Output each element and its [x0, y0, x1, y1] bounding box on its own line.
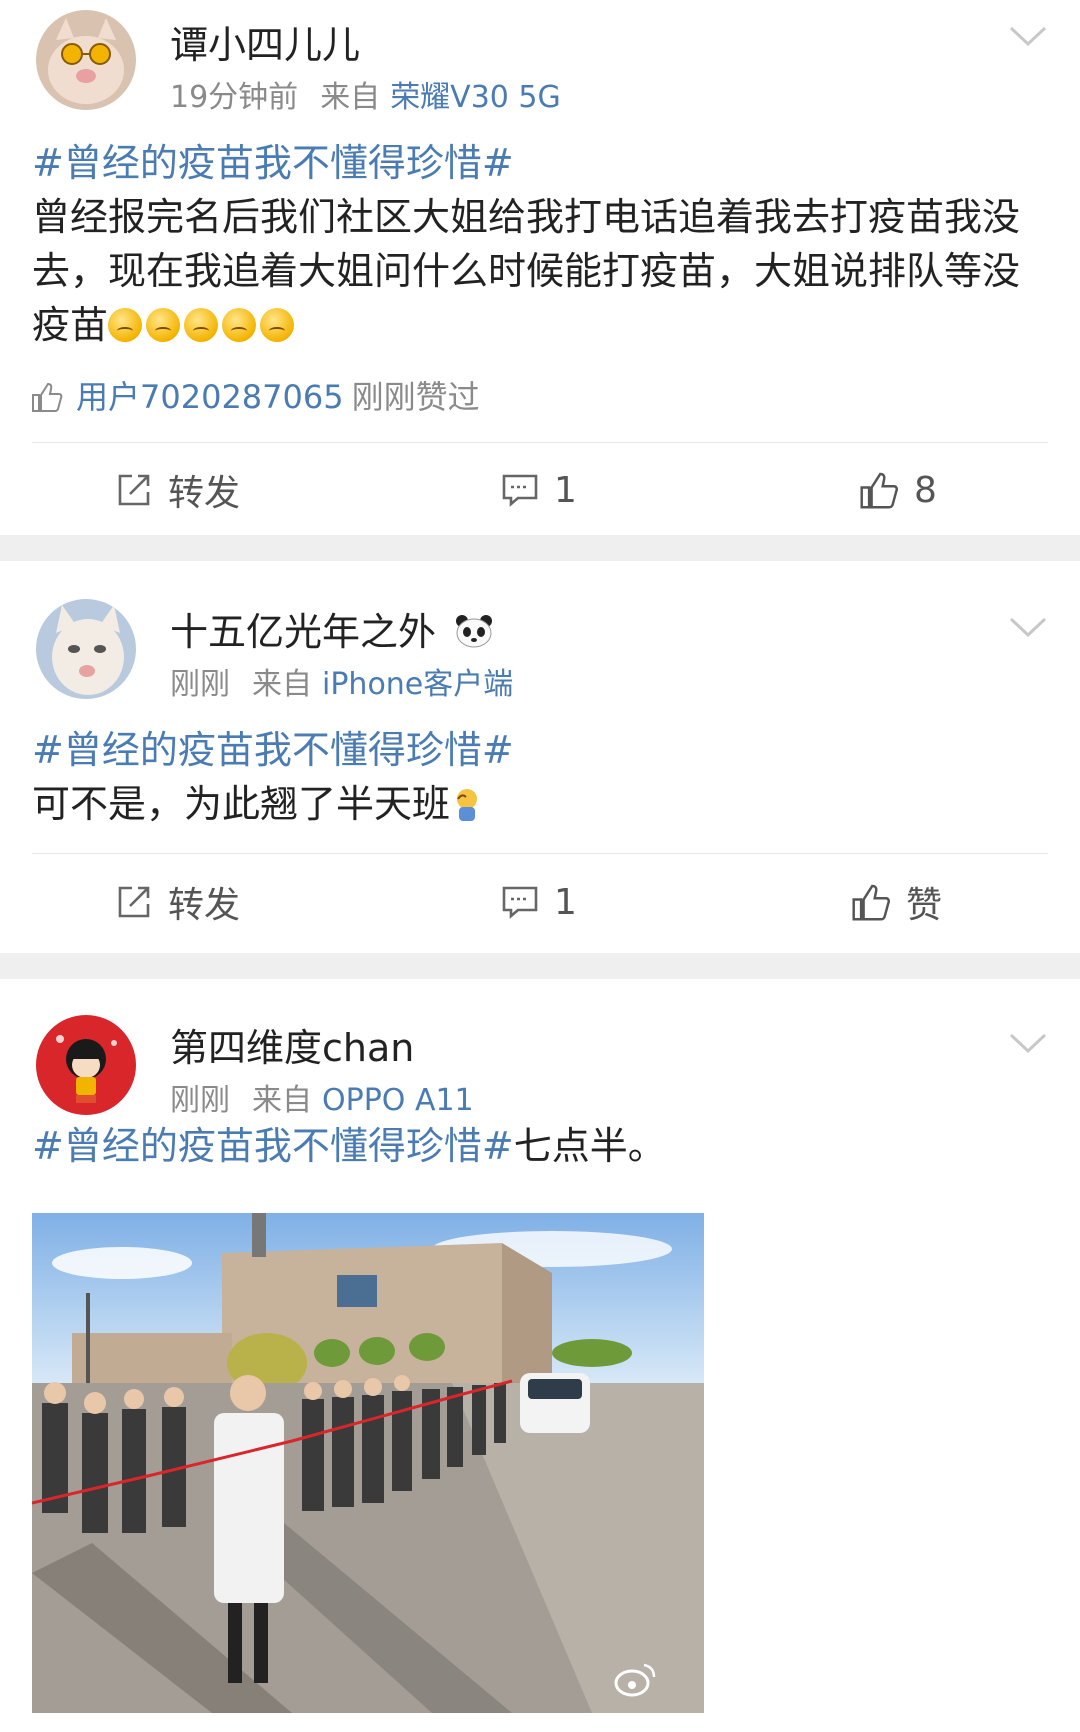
post-photo[interactable] — [32, 1213, 704, 1713]
post-time: 刚刚 — [170, 1083, 230, 1118]
liked-suffix: 刚刚赞过 — [351, 378, 480, 416]
upside-down-face-emoji — [184, 308, 219, 342]
comment-count: 1 — [554, 469, 577, 511]
emoji-group — [108, 303, 298, 347]
comment-icon — [502, 886, 538, 919]
divider — [32, 442, 1048, 443]
panda-icon — [456, 615, 493, 648]
post-meta: 刚刚 来自 iPhone客户端 — [170, 659, 513, 703]
from-label: 来自 — [320, 80, 381, 115]
like-label: 赞 — [906, 885, 943, 926]
post-text: 七点半。 — [513, 1124, 666, 1168]
action-bar: 转发 1 赞 — [0, 857, 1080, 947]
post-2: 十五亿光年之外 刚刚 来自 iPhone客户端 #曾经的疫苗我不懂得珍惜# 可不是，… — [0, 561, 1080, 953]
avatar[interactable] — [36, 599, 136, 699]
username[interactable]: 第四维度chan — [170, 1017, 414, 1072]
post-separator — [0, 535, 1080, 561]
divider — [32, 853, 1048, 854]
repost-icon — [118, 886, 150, 918]
source-link[interactable]: 荣耀V30 5G — [390, 80, 561, 115]
repost-label: 转发 — [168, 885, 241, 926]
like-count: 8 — [914, 469, 937, 511]
liked-by-line: 用户7020287065 刚刚赞过 — [30, 372, 480, 418]
post-text: 可不是，为此翘了半天班 — [32, 782, 451, 826]
source-link[interactable]: iPhone客户端 — [322, 667, 513, 702]
like-button[interactable]: 8 — [858, 445, 937, 535]
username[interactable]: 谭小四儿儿 — [170, 14, 360, 69]
repost-icon — [118, 474, 150, 506]
comment-icon — [502, 474, 538, 507]
post-meta: 19分钟前 来自 荣耀V30 5G — [170, 72, 561, 116]
hashtag-link[interactable]: #曾经的疫苗我不懂得珍惜# — [32, 728, 514, 772]
username[interactable]: 十五亿光年之外 — [170, 601, 494, 656]
comment-button[interactable]: 1 — [500, 857, 577, 947]
post-3: 第四维度chan 刚刚 来自 OPPO A11 #曾经的疫苗我不懂得珍惜#七点半。 — [0, 979, 1080, 1732]
liked-by-user-link[interactable]: 用户7020287065 — [76, 378, 344, 416]
chevron-down-icon[interactable] — [1008, 615, 1048, 639]
from-label: 来自 — [252, 1083, 312, 1118]
post-body: #曾经的疫苗我不懂得珍惜# 可不是，为此翘了半天班 — [32, 723, 1048, 831]
thumbs-up-icon — [852, 884, 891, 921]
post-time: 19分钟前 — [170, 80, 299, 115]
upside-down-face-emoji — [108, 308, 143, 342]
avatar[interactable] — [36, 10, 136, 110]
comment-count: 1 — [554, 881, 577, 923]
hashtag-link[interactable]: #曾经的疫苗我不懂得珍惜# — [32, 1124, 514, 1168]
post-body: #曾经的疫苗我不懂得珍惜# 曾经报完名后我们社区大姐给我打电话追着我去打疫苗我没… — [32, 136, 1048, 352]
thumbs-up-icon — [32, 382, 63, 412]
post-body: #曾经的疫苗我不懂得珍惜#七点半。 — [32, 1119, 1048, 1173]
hashtag-link[interactable]: #曾经的疫苗我不懂得珍惜# — [32, 141, 514, 185]
post-meta: 刚刚 来自 OPPO A11 — [170, 1075, 474, 1119]
like-button[interactable]: 赞 — [850, 857, 942, 947]
avatar[interactable] — [36, 1015, 136, 1115]
post-time: 刚刚 — [170, 667, 230, 702]
action-bar: 转发 1 8 — [0, 445, 1080, 535]
comment-button[interactable]: 1 — [500, 445, 577, 535]
from-label: 来自 — [252, 667, 312, 702]
source-link[interactable]: OPPO A11 — [322, 1083, 474, 1118]
thumbs-up-icon — [860, 472, 899, 509]
upside-down-face-emoji — [146, 308, 181, 342]
upside-down-face-emoji — [222, 308, 257, 342]
post-separator — [0, 953, 1080, 979]
repost-button[interactable]: 转发 — [114, 857, 240, 947]
repost-label: 转发 — [168, 473, 241, 514]
facepalm-emoji — [457, 789, 478, 821]
chevron-down-icon[interactable] — [1008, 1031, 1048, 1055]
repost-button[interactable]: 转发 — [114, 445, 240, 535]
upside-down-face-emoji — [260, 308, 295, 342]
chevron-down-icon[interactable] — [1008, 24, 1048, 48]
post-1: 谭小四儿儿 19分钟前 来自 荣耀V30 5G #曾经的疫苗我不懂得珍惜# 曾经报完… — [0, 0, 1080, 535]
username-text: 十五亿光年之外 — [170, 610, 437, 654]
